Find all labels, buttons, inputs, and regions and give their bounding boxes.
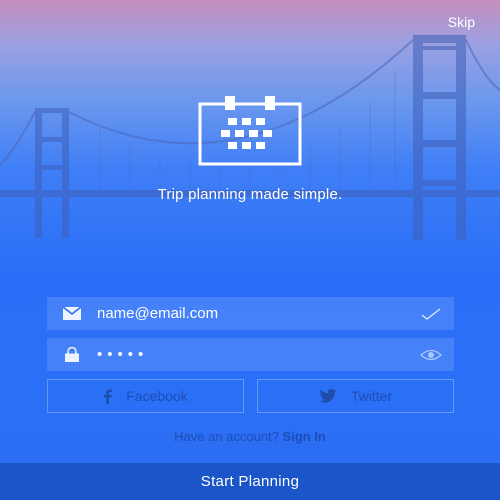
have-account-prompt: Have an account? <box>174 429 283 444</box>
checkmark-icon <box>408 307 454 320</box>
onboarding-screen: Skip Trip planning made simple. name@ema… <box>0 0 500 500</box>
password-value[interactable]: ••••• <box>97 347 408 362</box>
lock-icon <box>47 347 97 362</box>
email-field[interactable]: name@email.com <box>47 297 454 330</box>
twitter-button[interactable]: Twitter <box>257 379 454 413</box>
have-account-row: Have an account? Sign In <box>0 429 500 444</box>
twitter-icon <box>319 389 337 403</box>
calendar-icon <box>198 96 302 166</box>
sign-in-link[interactable]: Sign In <box>283 429 326 444</box>
start-planning-button[interactable]: Start Planning <box>0 463 500 500</box>
envelope-icon <box>47 307 97 320</box>
facebook-button[interactable]: Facebook <box>47 379 244 413</box>
facebook-icon <box>103 389 112 404</box>
facebook-label: Facebook <box>126 388 188 404</box>
eye-icon[interactable] <box>408 349 454 361</box>
email-value[interactable]: name@email.com <box>97 305 408 322</box>
twitter-label: Twitter <box>350 388 393 404</box>
skip-button[interactable]: Skip <box>448 14 475 30</box>
tagline: Trip planning made simple. <box>157 186 343 203</box>
password-field[interactable]: ••••• <box>47 338 454 371</box>
